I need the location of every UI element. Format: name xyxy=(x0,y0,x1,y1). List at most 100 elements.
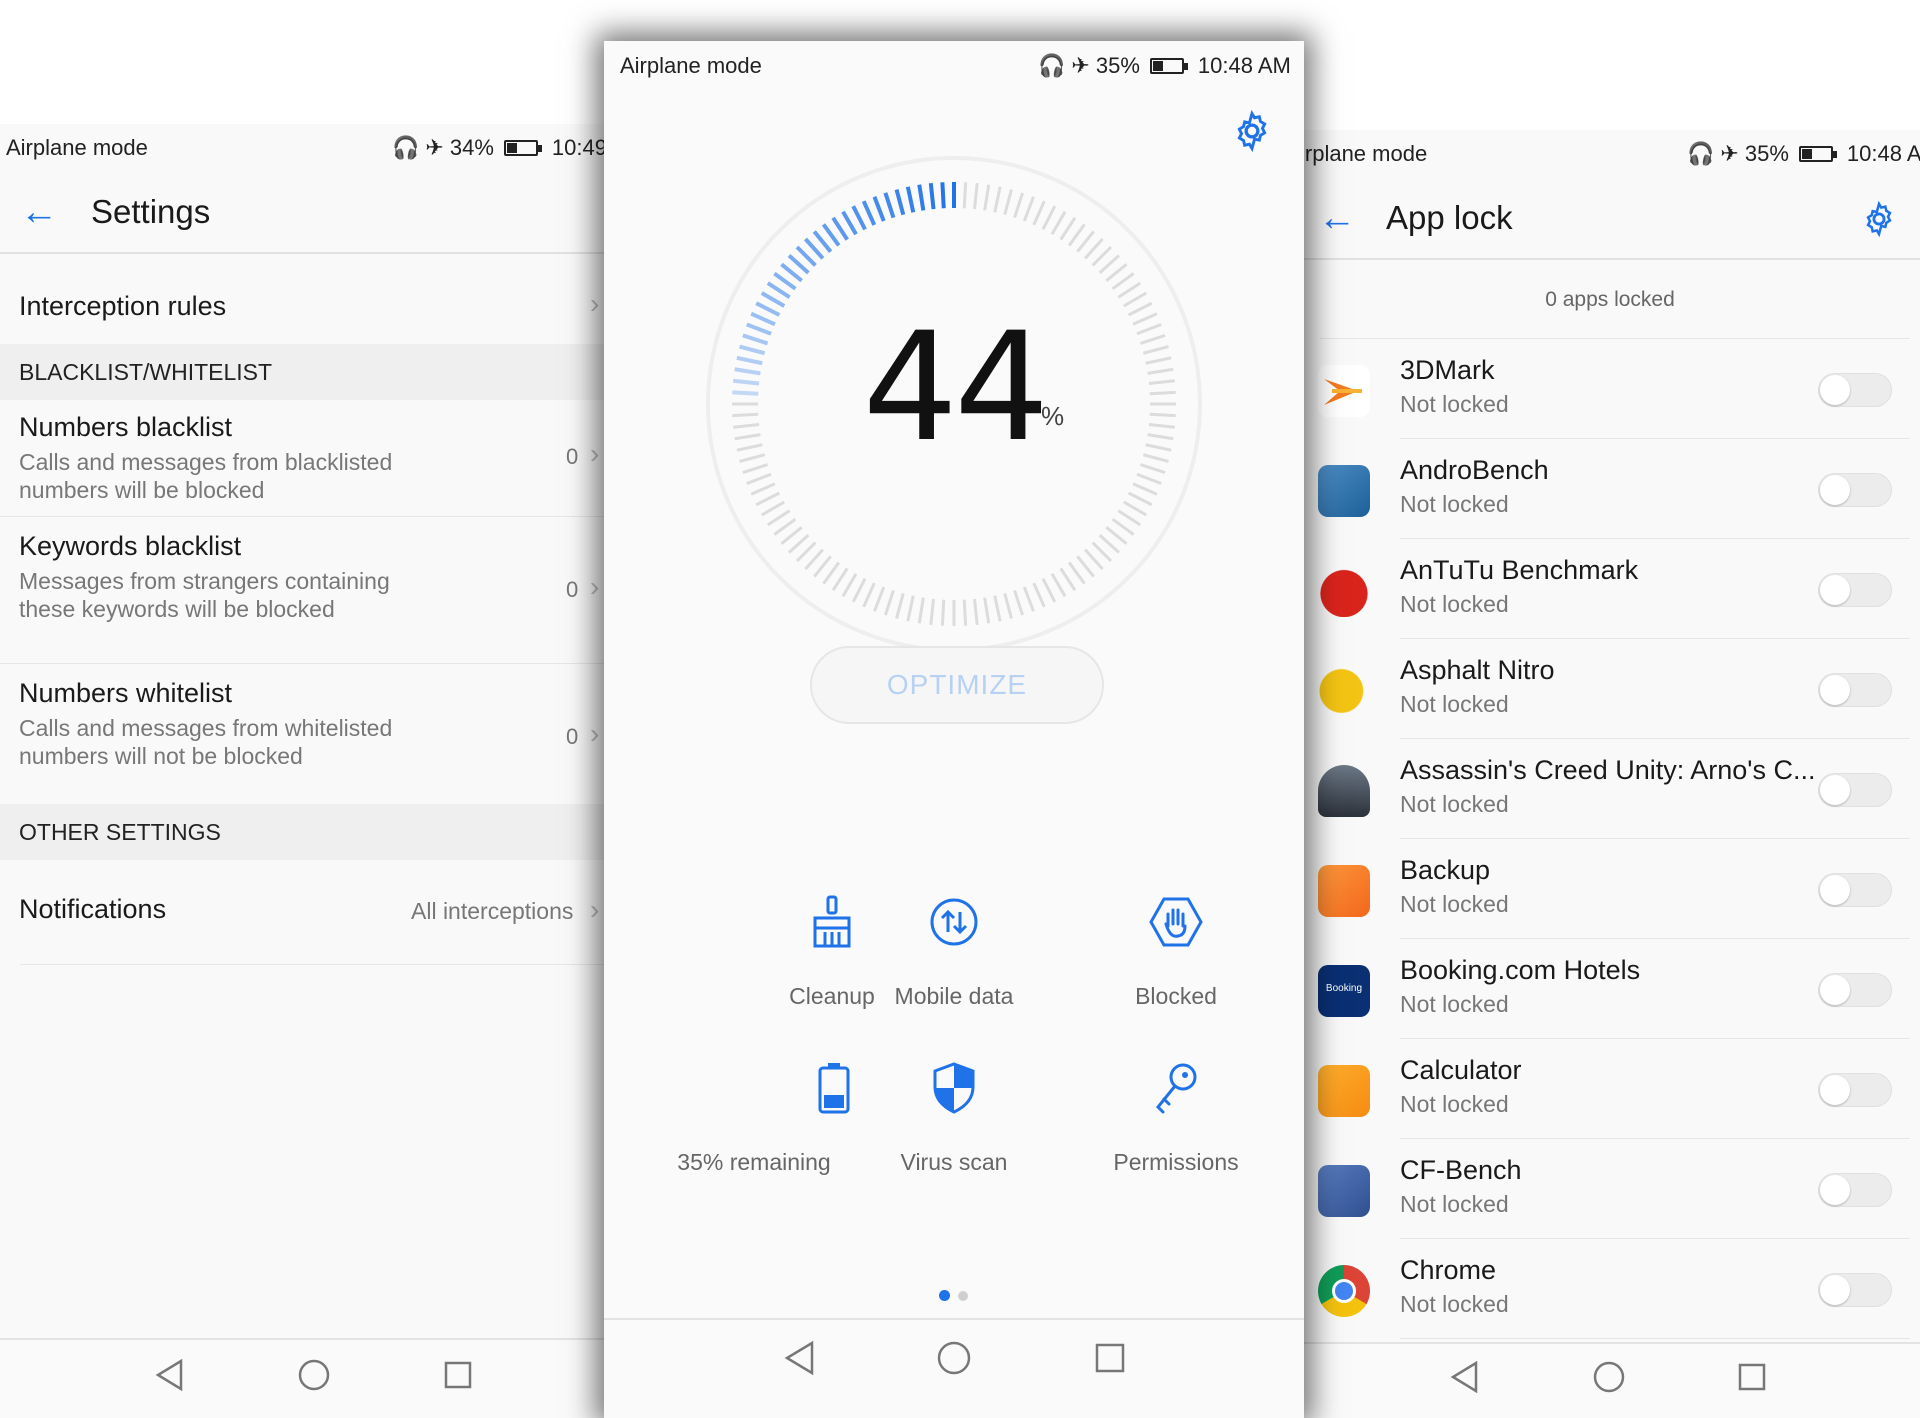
dial-tick xyxy=(1003,592,1013,619)
dial-tick xyxy=(1084,238,1104,260)
dial-tick xyxy=(983,184,991,211)
dial-tick xyxy=(1105,526,1128,545)
airplane-mode-label: Airplane mode xyxy=(6,135,148,160)
app-row[interactable]: Calculator Not locked xyxy=(1300,1039,1920,1139)
back-arrow-icon[interactable]: ← xyxy=(20,191,58,234)
dial-tick xyxy=(841,210,858,236)
recents-nav-icon[interactable] xyxy=(1094,1342,1126,1374)
dial-tick xyxy=(1122,500,1148,517)
dial-tick xyxy=(1067,223,1086,247)
dial-tick xyxy=(1032,582,1046,608)
dial-tick xyxy=(1098,534,1120,554)
gear-icon[interactable] xyxy=(1860,200,1898,238)
dial-tick xyxy=(755,491,781,507)
clock: 10:49 A xyxy=(551,135,610,160)
assassins-creed-icon xyxy=(1318,765,1370,817)
dial-tick xyxy=(851,205,867,231)
blocked-tool[interactable]: Blocked xyxy=(1066,887,1286,1010)
data-arrows-icon xyxy=(930,898,978,946)
chrome-icon xyxy=(1318,1265,1370,1317)
lock-toggle[interactable] xyxy=(1818,1073,1892,1107)
back-nav-icon[interactable] xyxy=(1450,1360,1480,1394)
calculator-icon xyxy=(1318,1065,1370,1117)
numbers-whitelist-row[interactable]: Numbers whitelist Calls and messages fro… xyxy=(0,664,610,810)
home-nav-icon[interactable] xyxy=(936,1340,972,1376)
app-lock-status: Not locked xyxy=(1400,991,1509,1017)
app-name: Calculator xyxy=(1400,1055,1522,1085)
lock-toggle[interactable] xyxy=(1818,473,1892,507)
app-row[interactable]: AnTuTu Benchmark Not locked xyxy=(1300,539,1920,639)
nav-bar xyxy=(1300,1342,1920,1418)
chevron-right-icon: › xyxy=(590,288,600,319)
numbers-blacklist-row[interactable]: Numbers blacklist Calls and messages fro… xyxy=(0,400,610,516)
back-arrow-icon[interactable]: ← xyxy=(1318,197,1356,240)
permissions-tool[interactable]: Permissions xyxy=(1066,1053,1286,1176)
dial-tick xyxy=(940,599,946,626)
booking-icon-text: Booking xyxy=(1325,983,1363,994)
back-nav-icon[interactable] xyxy=(784,1340,816,1376)
section-header-other: OTHER SETTINGS xyxy=(0,804,610,860)
dial-tick xyxy=(905,186,916,213)
app-name: CF-Bench xyxy=(1400,1155,1522,1185)
dial-tick xyxy=(804,548,824,570)
mobile-data-tool[interactable]: Mobile data xyxy=(844,887,1064,1010)
back-nav-icon[interactable] xyxy=(155,1358,185,1392)
virus-scan-tool[interactable]: Virus scan xyxy=(844,1053,1064,1176)
app-row[interactable]: Chrome Not locked xyxy=(1300,1239,1920,1339)
optimize-button[interactable]: OPTIMIZE xyxy=(810,646,1104,724)
dial-tick xyxy=(917,184,926,211)
app-row[interactable]: 3DMark Not locked xyxy=(1300,339,1920,439)
app-row[interactable]: Assassin's Creed Unity: Arno's C... Not l… xyxy=(1300,739,1920,839)
lock-toggle[interactable] xyxy=(1818,373,1892,407)
app-name: AnTuTu Benchmark xyxy=(1400,555,1639,585)
lock-toggle[interactable] xyxy=(1818,973,1892,1007)
page-indicator xyxy=(939,1290,968,1301)
keywords-blacklist-row[interactable]: Keywords blacklist Messages from strange… xyxy=(0,517,610,663)
dial-tick xyxy=(894,189,906,216)
app-row[interactable]: AndroBench Not locked xyxy=(1300,439,1920,539)
cfbench-icon xyxy=(1318,1165,1370,1217)
key-icon xyxy=(1155,1063,1197,1114)
lock-toggle[interactable] xyxy=(1818,873,1892,907)
dial-tick xyxy=(861,200,877,226)
percent-sign: % xyxy=(1041,401,1065,431)
app-lock-status: Not locked xyxy=(1400,891,1509,917)
app-name: Chrome xyxy=(1400,1255,1497,1285)
headphones-icon: 🎧 xyxy=(1687,141,1715,166)
recents-nav-icon[interactable] xyxy=(443,1360,473,1390)
app-row[interactable]: Booking Booking.com Hotels Not locked xyxy=(1300,939,1920,1039)
app-lock-status: Not locked xyxy=(1400,591,1509,617)
dial-tick xyxy=(1127,491,1153,507)
home-nav-icon[interactable] xyxy=(1592,1360,1626,1394)
optimization-score: 44 xyxy=(862,301,1050,475)
dial-tick xyxy=(773,271,797,291)
dial-tick xyxy=(831,216,849,241)
app-lock-status: Not locked xyxy=(1400,1091,1509,1117)
page-dot-active[interactable] xyxy=(939,1290,950,1301)
dial-tick xyxy=(1022,196,1035,222)
dial-tick xyxy=(962,599,968,626)
home-nav-icon[interactable] xyxy=(297,1358,331,1392)
androbench-icon xyxy=(1318,465,1370,517)
airplane-mode-label: irplane mode xyxy=(1300,141,1428,166)
dial-tick xyxy=(780,526,803,545)
page-dot[interactable] xyxy=(958,1290,968,1301)
dial-tick xyxy=(851,577,867,603)
notifications-row[interactable]: Notifications All interceptions › xyxy=(0,860,610,964)
lock-toggle[interactable] xyxy=(1818,773,1892,807)
lock-toggle[interactable] xyxy=(1818,1173,1892,1207)
clock: 10:48 AM xyxy=(1197,53,1291,78)
dial-tick xyxy=(1117,281,1142,299)
backup-icon xyxy=(1318,865,1370,917)
lock-toggle[interactable] xyxy=(1818,573,1892,607)
recents-nav-icon[interactable] xyxy=(1737,1362,1767,1392)
app-row[interactable]: CF-Bench Not locked xyxy=(1300,1139,1920,1239)
lock-toggle[interactable] xyxy=(1818,673,1892,707)
app-lock-status: Not locked xyxy=(1400,491,1509,517)
app-row[interactable]: Backup Not locked xyxy=(1300,839,1920,939)
app-row[interactable]: Asphalt Nitro Not locked xyxy=(1300,639,1920,739)
app-lock-status: Not locked xyxy=(1400,1291,1509,1317)
lock-toggle[interactable] xyxy=(1818,1273,1892,1307)
gear-icon[interactable] xyxy=(1230,109,1274,153)
dial-tick xyxy=(1050,210,1067,236)
